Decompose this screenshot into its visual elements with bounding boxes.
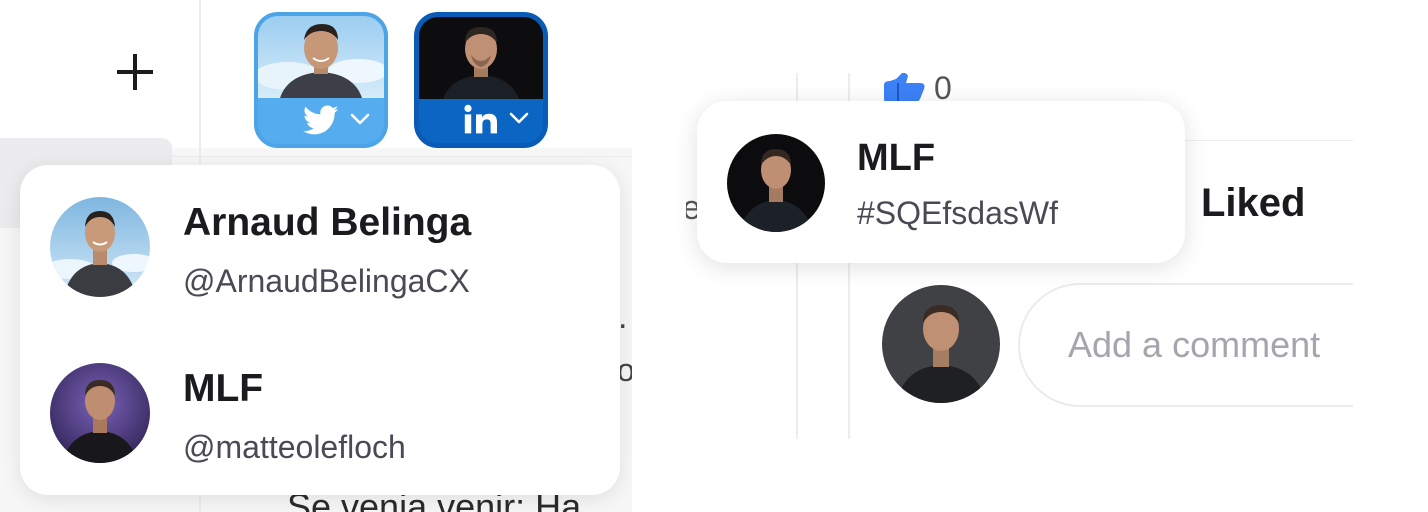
linkedin-strip xyxy=(419,97,543,143)
avatar xyxy=(882,285,1000,403)
account-switcher-dropdown: Arnaud Belinga @ArnaudBelingaCX MLF @mat… xyxy=(20,165,620,495)
post-editor-panel: . o Se venia venir: Ha Arnaud Belinga @A… xyxy=(0,0,632,512)
account-handle: @matteolefloch xyxy=(183,429,406,465)
plus-icon xyxy=(117,54,153,90)
twitter-account-selector[interactable] xyxy=(254,12,388,148)
add-account-button[interactable] xyxy=(108,45,162,99)
twitter-strip xyxy=(258,98,384,144)
linkedin-account-selector[interactable] xyxy=(414,12,548,148)
account-name: MLF xyxy=(183,367,264,410)
linkedin-in-icon xyxy=(464,104,497,134)
twitter-bird-icon xyxy=(303,105,339,135)
twitter-account-photo xyxy=(258,16,384,98)
chevron-down-icon xyxy=(509,112,529,124)
chevron-down-icon xyxy=(350,113,370,125)
horizontal-divider xyxy=(0,156,632,157)
account-id: #SQEfsdasWf xyxy=(857,195,1058,231)
comment-input[interactable] xyxy=(1018,283,1353,407)
account-handle: @ArnaudBelingaCX xyxy=(183,263,470,299)
account-popover[interactable]: MLF #SQEfsdasWf xyxy=(697,101,1185,263)
liked-button[interactable]: Liked xyxy=(1171,181,1305,226)
thumbs-up-icon xyxy=(884,73,925,103)
avatar xyxy=(50,363,150,463)
account-name: MLF xyxy=(857,137,936,179)
account-name: Arnaud Belinga xyxy=(183,201,472,244)
avatar xyxy=(50,197,150,297)
linkedin-account-photo xyxy=(419,17,543,99)
liked-label: Liked xyxy=(1201,181,1306,225)
avatar xyxy=(727,134,825,232)
like-count: 0 xyxy=(934,73,952,106)
account-option-arnaud-belinga[interactable]: Arnaud Belinga @ArnaudBelingaCX xyxy=(20,183,620,313)
like-counter: 0 xyxy=(882,73,952,106)
account-option-mlf[interactable]: MLF @matteolefloch xyxy=(20,349,620,479)
